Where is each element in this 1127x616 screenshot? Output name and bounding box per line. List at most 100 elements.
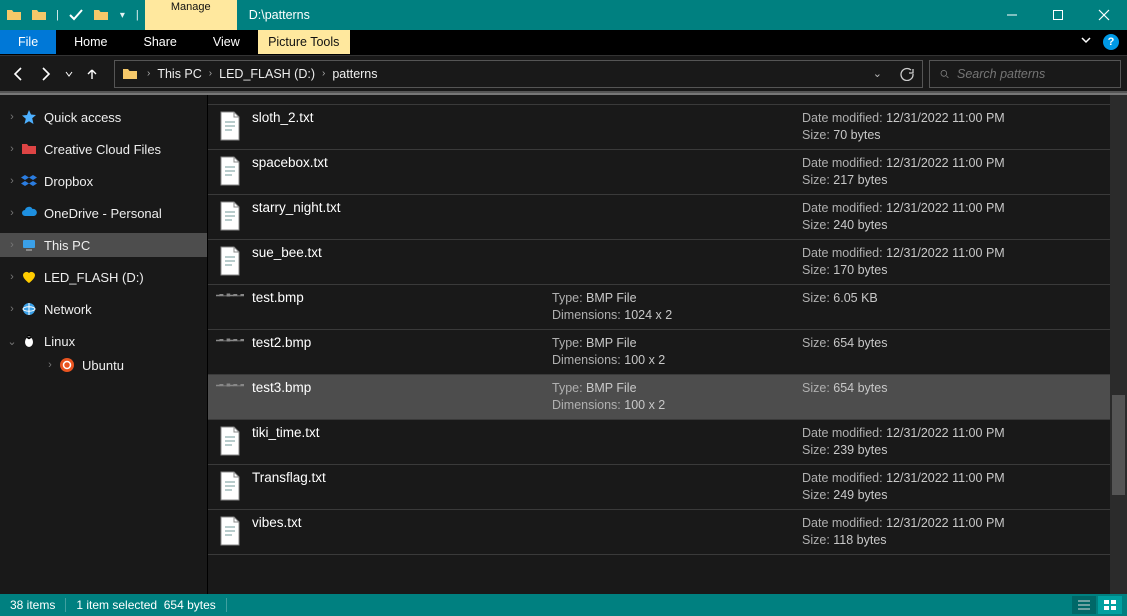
file-name: vibes.txt (252, 515, 552, 530)
image-file-icon: ▂▃▁▄▂▃▁▃ (208, 379, 252, 414)
view-tiles-button[interactable] (1098, 596, 1122, 614)
tree-expand-icon[interactable]: › (44, 359, 56, 371)
tree-expand-icon[interactable]: › (6, 239, 18, 251)
status-selection: 1 item selected (76, 598, 157, 612)
nav-back-button[interactable] (6, 62, 30, 86)
tree-item-label: This PC (44, 238, 90, 253)
linux-icon (20, 332, 38, 350)
file-meta-right: Size: 654 bytes (802, 334, 1110, 369)
qat-dropdown-icon[interactable]: ▾ (118, 10, 127, 21)
file-row[interactable]: ▂▃▁▄▂▃▁▃test3.bmpType: BMP FileDimension… (208, 375, 1110, 420)
folder-icon (31, 7, 47, 23)
address-bar[interactable]: › This PC › LED_FLASH (D:) › patterns ⌄ (114, 60, 923, 88)
tree-expand-icon[interactable]: › (6, 143, 18, 155)
tree-expand-icon[interactable]: ⌄ (6, 335, 18, 348)
breadcrumb-sep-icon[interactable]: › (317, 68, 330, 79)
file-row[interactable]: spacebox.txtDate modified: 12/31/2022 11… (208, 150, 1110, 195)
text-file-icon (208, 109, 252, 144)
nav-forward-button[interactable] (34, 62, 58, 86)
nav-history-icon[interactable] (62, 62, 76, 86)
star-icon (20, 108, 38, 126)
breadcrumb-drive[interactable]: LED_FLASH (D:) (217, 67, 317, 81)
scrollbar-thumb[interactable] (1112, 395, 1125, 495)
text-file-icon (208, 469, 252, 504)
qat-separator: | (56, 9, 59, 21)
tree-item[interactable]: ›LED_FLASH (D:) (0, 265, 207, 289)
tree-expand-icon[interactable]: › (6, 207, 18, 219)
file-meta-mid (552, 244, 802, 279)
file-meta-mid: Type: BMP FileDimensions: 100 x 2 (552, 379, 802, 414)
close-button[interactable] (1081, 0, 1127, 30)
tree-item-label: Linux (44, 334, 75, 349)
tree-item[interactable]: › This PC (0, 233, 207, 257)
maximize-button[interactable] (1035, 0, 1081, 30)
nav-up-button[interactable] (80, 62, 104, 86)
file-meta-right: Date modified: 12/31/2022 11:00 PMSize: … (802, 109, 1110, 144)
status-selection-size: 654 bytes (164, 598, 216, 612)
file-row[interactable]: Transflag.txtDate modified: 12/31/2022 1… (208, 465, 1110, 510)
file-meta-mid: Type: BMP FileDimensions: 100 x 2 (552, 334, 802, 369)
tree-item[interactable]: ›OneDrive - Personal (0, 201, 207, 225)
breadcrumb-sep-icon[interactable]: › (142, 68, 155, 79)
status-bar: 38 items 1 item selected 654 bytes (0, 594, 1127, 616)
refresh-button[interactable] (892, 67, 922, 81)
tree-expand-icon[interactable]: › (6, 111, 18, 123)
file-row[interactable]: tiki_time.txtDate modified: 12/31/2022 1… (208, 420, 1110, 465)
qat-check-icon[interactable] (68, 7, 84, 23)
file-row[interactable]: ▂▃▁▄▂▃▁▃test2.bmpType: BMP FileDimension… (208, 330, 1110, 375)
tree-item-label: Ubuntu (82, 358, 124, 373)
ribbon-collapse-icon[interactable] (1079, 33, 1093, 52)
search-input[interactable] (957, 67, 1120, 81)
text-file-icon (208, 154, 252, 189)
onedrive-icon (20, 204, 38, 222)
tree-item[interactable]: ›Dropbox (0, 169, 207, 193)
file-row[interactable]: starry_night.txtDate modified: 12/31/202… (208, 195, 1110, 240)
file-meta-mid (552, 199, 802, 234)
tab-share[interactable]: Share (126, 30, 195, 54)
tree-expand-icon[interactable]: › (6, 271, 18, 283)
file-row[interactable]: ▂▃▁▄▂▃▁▃test.bmpType: BMP FileDimensions… (208, 285, 1110, 330)
file-meta-mid: Type: BMP FileDimensions: 1024 x 2 (552, 289, 802, 324)
tree-item[interactable]: ›Network (0, 297, 207, 321)
file-name: Transflag.txt (252, 470, 552, 485)
breadcrumb-folder[interactable]: patterns (330, 67, 379, 81)
view-details-button[interactable] (1072, 596, 1096, 614)
file-name: test2.bmp (252, 335, 552, 350)
file-meta-mid (552, 469, 802, 504)
file-tab[interactable]: File (0, 30, 56, 54)
breadcrumb-this-pc[interactable]: This PC (155, 67, 203, 81)
ribbon-tabs: File Home Share View Picture Tools ? (0, 30, 1127, 55)
file-name: test.bmp (252, 290, 552, 305)
minimize-button[interactable] (989, 0, 1035, 30)
scrollbar[interactable] (1110, 95, 1127, 594)
file-list-pane: sloth_2.txt Date modified: 12/31/2022 11:… (208, 95, 1127, 594)
address-dropdown-icon[interactable]: ⌄ (863, 67, 892, 80)
file-meta-mid (552, 154, 802, 189)
thispc-icon (20, 236, 38, 254)
ubuntu-icon (58, 356, 76, 374)
tree-expand-icon[interactable]: › (6, 175, 18, 187)
file-meta-mid (552, 424, 802, 459)
help-button[interactable]: ? (1103, 34, 1119, 50)
folder-icon (6, 7, 22, 23)
file-row[interactable]: sloth_2.txt Date modified: 12/31/2022 11:… (208, 105, 1110, 150)
tab-view[interactable]: View (195, 30, 258, 54)
navigation-tree[interactable]: ›Quick access ›Creative Cloud Files ›Dropb… (0, 95, 208, 594)
tree-item[interactable]: ⌄ Linux (0, 329, 207, 353)
file-row[interactable]: sue_bee.txtDate modified: 12/31/2022 11:… (208, 240, 1110, 285)
tree-item[interactable]: ›Creative Cloud Files (0, 137, 207, 161)
tree-item[interactable]: ›Quick access (0, 105, 207, 129)
file-meta-mid (552, 514, 802, 549)
file-row[interactable]: vibes.txtDate modified: 12/31/2022 11:00… (208, 510, 1110, 555)
file-meta-right: Date modified: 12/31/2022 11:00 PMSize: … (802, 154, 1110, 189)
file-name: sloth_2.txt (252, 110, 552, 125)
file-name: test3.bmp (252, 380, 552, 395)
tree-expand-icon[interactable]: › (6, 303, 18, 315)
tree-item[interactable]: › Ubuntu (0, 353, 207, 377)
search-box[interactable] (929, 60, 1121, 88)
file-meta-mid (552, 109, 802, 144)
breadcrumb-sep-icon[interactable]: › (204, 68, 217, 79)
tab-picture-tools[interactable]: Picture Tools (258, 30, 350, 54)
image-file-icon: ▂▃▁▄▂▃▁▃ (208, 334, 252, 369)
tab-home[interactable]: Home (56, 30, 125, 54)
